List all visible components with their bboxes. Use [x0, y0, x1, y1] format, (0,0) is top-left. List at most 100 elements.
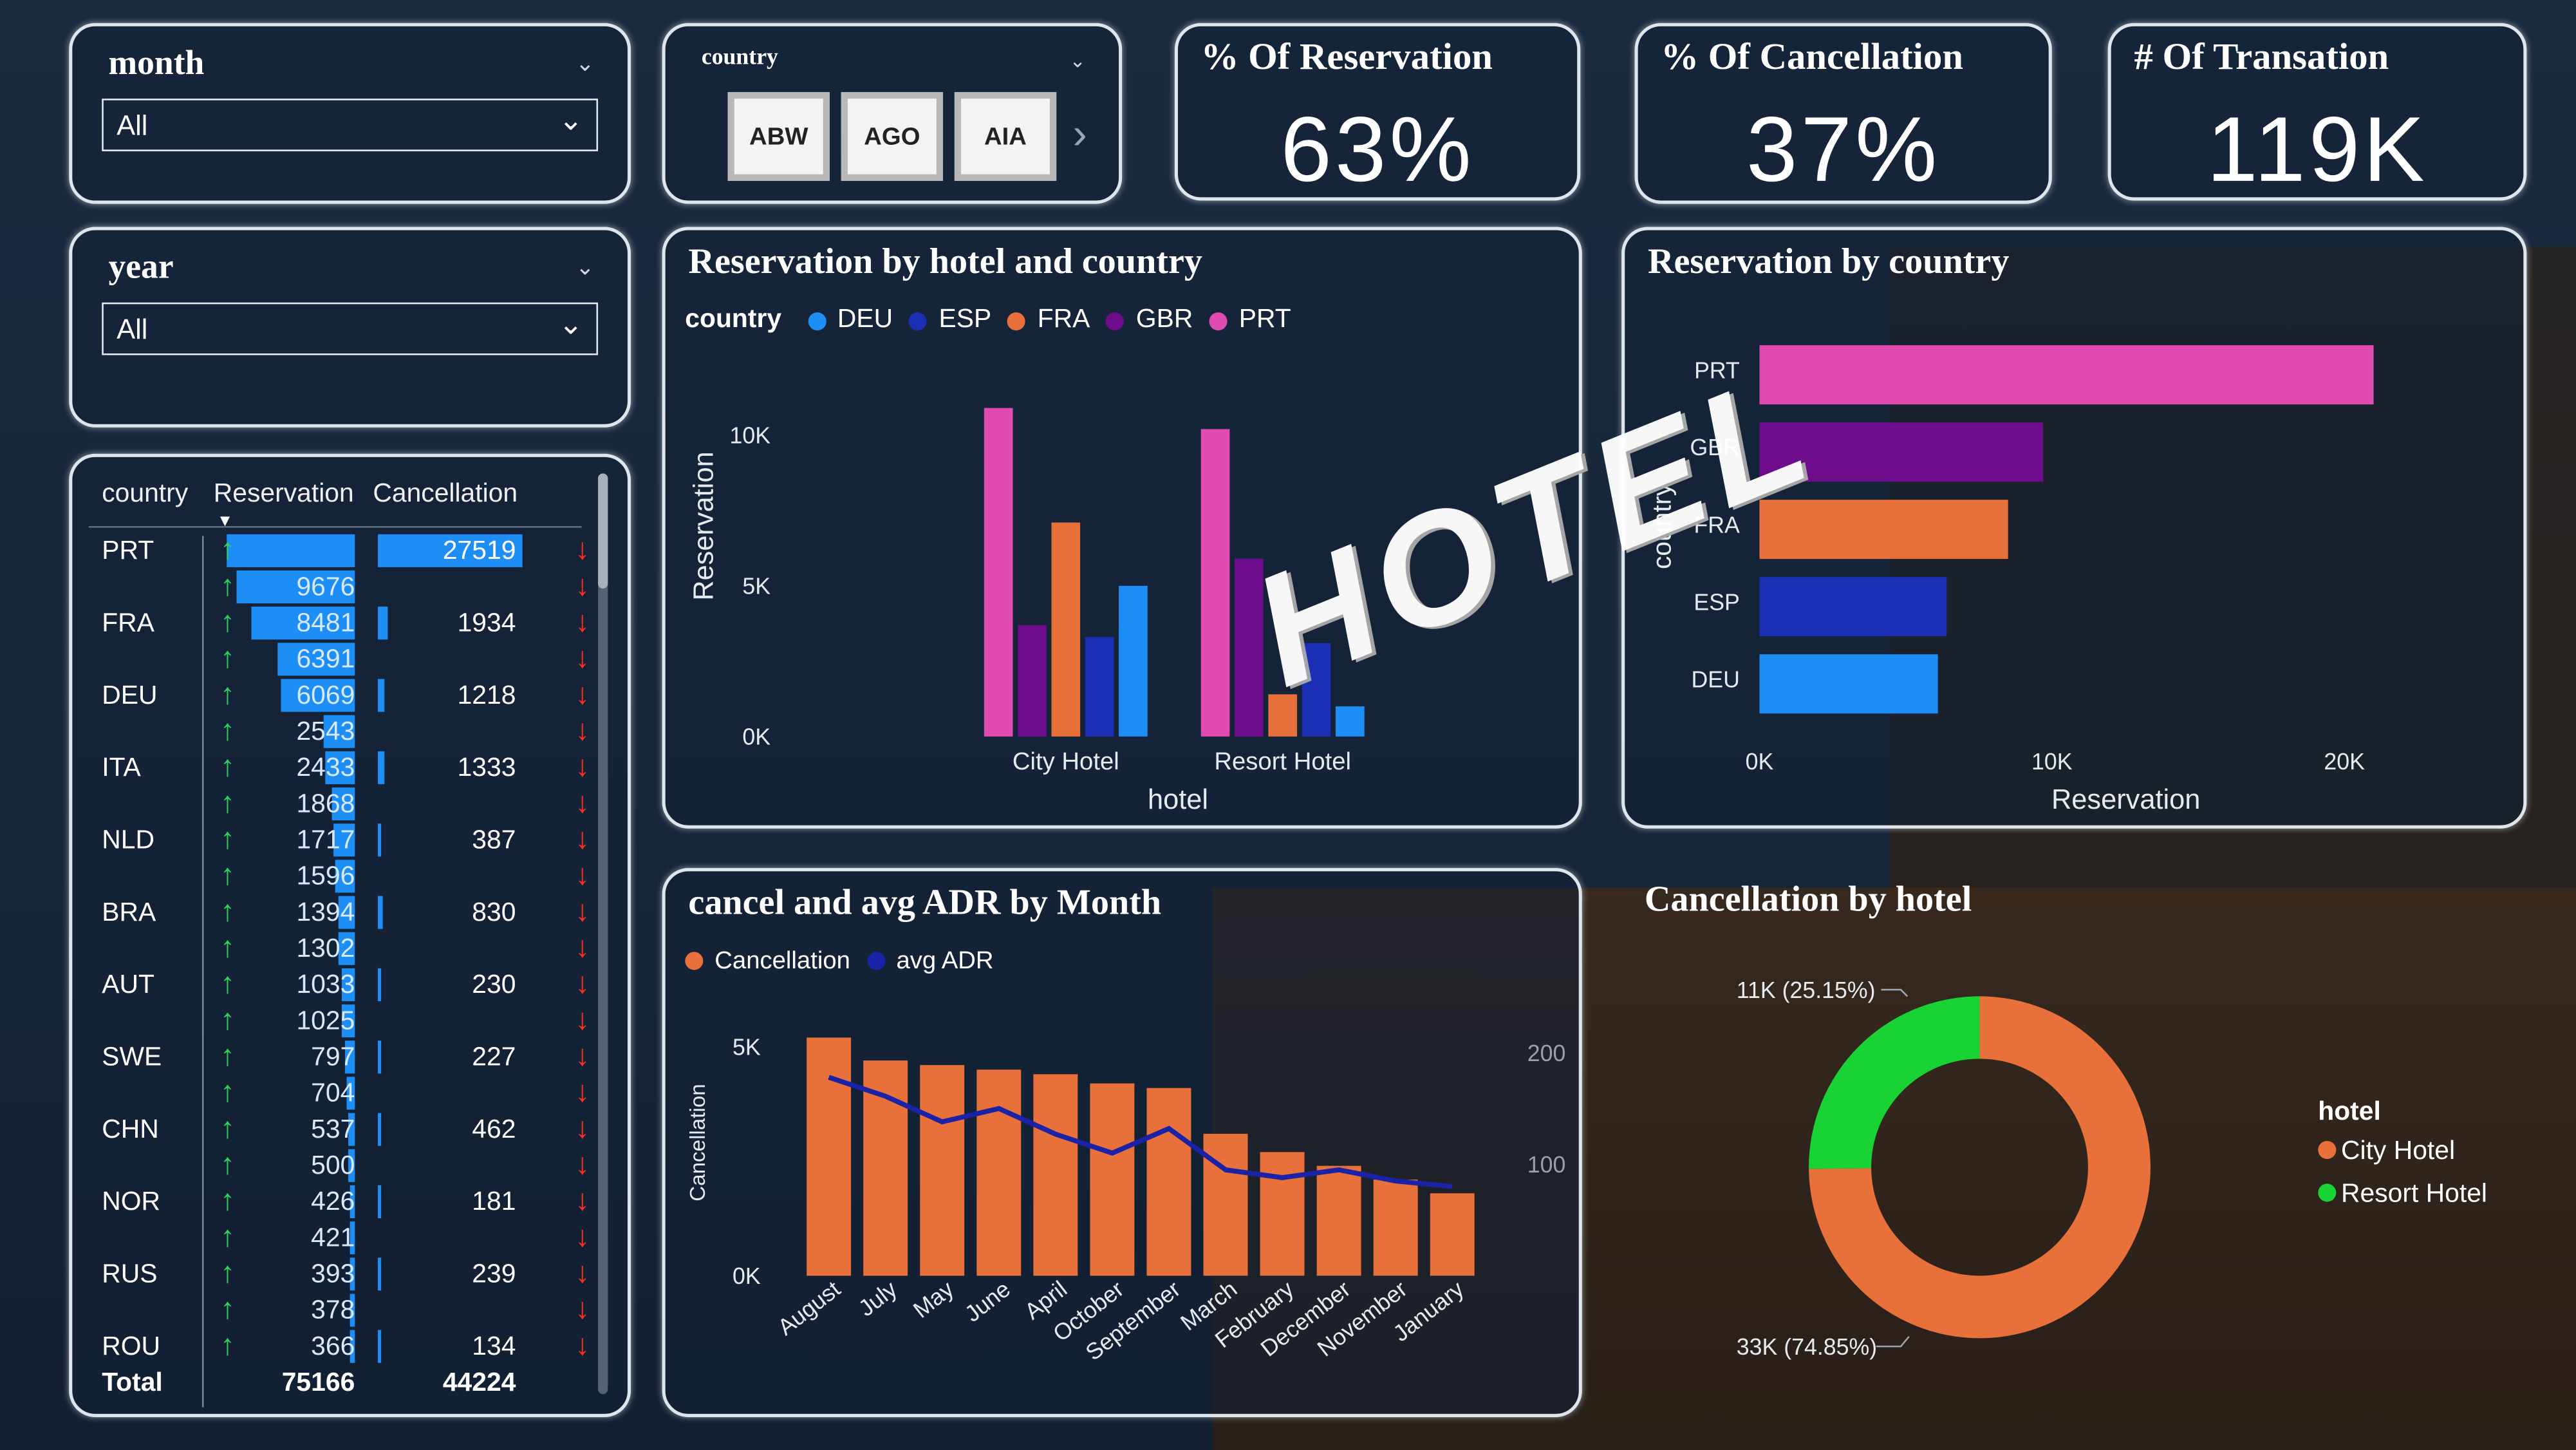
table-row[interactable]: ↑ ↓ 9676 [72, 569, 606, 605]
arrow-up-icon: ↑ [220, 966, 235, 1000]
chevron-down-icon[interactable]: ⌄ [575, 253, 595, 281]
table-row[interactable]: ↑ ↓ 1868 [72, 786, 606, 822]
table-row[interactable]: ↑ ↓ 6391 [72, 641, 606, 677]
table-row[interactable]: ↑ ↓ ITA 2433 1333 [72, 749, 606, 786]
cell-cancellation: 462 [472, 1116, 516, 1145]
x-tick-label: August [773, 1276, 845, 1341]
cell-cancellation: 27519 [442, 537, 516, 566]
table-row[interactable]: ↑ ↓ 2543 [72, 713, 606, 749]
y-tick-label: 5K [742, 574, 770, 599]
arrow-down-icon: ↓ [575, 677, 590, 711]
x-tick-label: Resort Hotel [1214, 748, 1351, 775]
table-row[interactable]: ↑ ↓ 500 [72, 1147, 606, 1183]
kpi-card-transactions: # Of Transation 119K [2107, 23, 2527, 201]
chevron-down-icon[interactable]: ⌄ [1069, 50, 1086, 73]
cell-reservation: 6069 [296, 682, 355, 711]
x-axis-label: hotel [1148, 784, 1208, 815]
table-row[interactable]: ↑ ↓ 1302 [72, 930, 606, 966]
arrow-up-icon: ↑ [220, 1147, 235, 1181]
arrow-down-icon: ↓ [575, 1292, 590, 1325]
y-axis-label: Reservation [689, 451, 720, 600]
cell-reservation: 1302 [296, 935, 355, 964]
table-row[interactable]: ↑ ↓ BRA 1394 830 [72, 894, 606, 930]
country-button-ago[interactable]: AGO [841, 91, 944, 181]
table-row[interactable]: ↑ ↓ 1596 [72, 858, 606, 894]
table-row[interactable]: ↑ ↓ 378 [72, 1292, 606, 1328]
y-tick-label: 10K [729, 423, 770, 449]
table-row[interactable]: ↑ ↓ 421 [72, 1220, 606, 1256]
arrow-down-icon: ↓ [575, 966, 590, 1000]
arrow-up-icon: ↑ [220, 641, 235, 674]
kpi-title: % Of Reservation [1200, 36, 1493, 78]
table-row[interactable]: ↑ ↓ RUS 393 239 [72, 1256, 606, 1292]
cell-reservation: 393 [311, 1261, 355, 1289]
cell-reservation: 2433 [296, 754, 355, 783]
arrow-down-icon: ↓ [575, 786, 590, 819]
cell-cancellation: 830 [472, 899, 516, 928]
cell-reservation: 366 [311, 1333, 355, 1362]
table-row[interactable]: ↑ ↓ AUT 1033 230 [72, 966, 606, 1003]
table-row[interactable]: ↑ ↓ NLD 1717 387 [72, 822, 606, 858]
country-button-abw[interactable]: ABW [727, 91, 830, 181]
arrow-down-icon: ↓ [575, 1111, 590, 1145]
cancellation-data-bar [378, 824, 382, 857]
table-row[interactable]: ↑ ↓ FRA 8481 1934 [72, 605, 606, 641]
col-header-reservation[interactable]: Reservation [214, 480, 354, 510]
arrow-down-icon: ↓ [575, 1039, 590, 1072]
x-tick-label: July [854, 1276, 902, 1322]
arrow-down-icon: ↓ [575, 532, 590, 566]
table-row[interactable]: ↑ ↓ NOR 426 181 [72, 1183, 606, 1219]
country-button-aia[interactable]: AIA [954, 91, 1057, 181]
kpi-title: # Of Transation [2134, 36, 2389, 78]
bar [1430, 1193, 1475, 1276]
legend-title: hotel [2318, 1098, 2381, 1127]
col-header-cancellation[interactable]: Cancellation [373, 480, 518, 510]
arrow-down-icon: ↓ [575, 605, 590, 638]
table-row[interactable]: ↑ ↓ 1025 [72, 1003, 606, 1039]
arrow-down-icon: ↓ [575, 1328, 590, 1362]
header-divider [88, 526, 582, 528]
year-dropdown[interactable]: All ⌄ [102, 302, 599, 355]
cancellation-data-bar [378, 607, 388, 640]
chevron-right-icon[interactable]: › [1073, 109, 1087, 160]
arrow-up-icon: ↑ [220, 677, 235, 711]
month-dropdown-value: All [117, 110, 148, 142]
cell-cancellation: 239 [472, 1261, 516, 1289]
table-row[interactable]: ↑ ↓ SWE 797 227 [72, 1039, 606, 1075]
table-row[interactable]: ↑ ↓ ROU 366 134 [72, 1328, 606, 1364]
bar [1373, 1179, 1418, 1276]
table-row[interactable]: ↑ ↓ 704 [72, 1075, 606, 1111]
cancellation-data-bar [378, 1330, 382, 1363]
cancellation-data-bar [378, 679, 385, 712]
cell-country: NLD [102, 827, 154, 855]
arrow-down-icon: ↓ [575, 930, 590, 964]
cancellation-data-bar [378, 896, 383, 929]
cell-reservation: 9676 [296, 574, 355, 602]
cell-reservation: 1033 [296, 972, 355, 1000]
table-row[interactable]: ↑ ↓ DEU 6069 1218 [72, 677, 606, 713]
y-tick-label: 0K [742, 724, 770, 750]
cell-reservation: 6391 [296, 646, 355, 674]
kpi-title: % Of Cancellation [1661, 36, 1963, 78]
chevron-down-icon[interactable]: ⌄ [575, 50, 595, 77]
arrow-down-icon: ↓ [575, 1219, 590, 1253]
cell-country: AUT [102, 972, 154, 1000]
arrow-up-icon: ↑ [220, 894, 235, 928]
arrow-up-icon: ↑ [220, 1075, 235, 1108]
arrow-up-icon: ↑ [220, 786, 235, 819]
col-header-country[interactable]: country [102, 480, 188, 510]
cell-country: CHN [102, 1116, 159, 1145]
country-table: country Reservation ▼ Cancellation ↑ ↓ PRT… [69, 453, 631, 1417]
arrow-up-icon: ↑ [220, 930, 235, 964]
kpi-card-cancellation: % Of Cancellation 37% [1634, 23, 2052, 204]
table-row[interactable]: ↑ ↓ CHN 537 462 [72, 1111, 606, 1147]
x-tick-label: 0K [1746, 749, 1774, 775]
arrow-up-icon: ↑ [220, 1328, 235, 1362]
chart-svg: 0K5K100200CancellationAugust July May June A… [686, 1034, 1565, 1365]
sort-desc-icon: ▼ [216, 513, 234, 531]
year-slicer-title: year [108, 246, 174, 287]
table-row[interactable]: ↑ ↓ PRT 27519 [72, 532, 606, 569]
cell-country: BRA [102, 899, 156, 928]
bar [807, 1037, 852, 1276]
month-dropdown[interactable]: All ⌄ [102, 99, 599, 151]
